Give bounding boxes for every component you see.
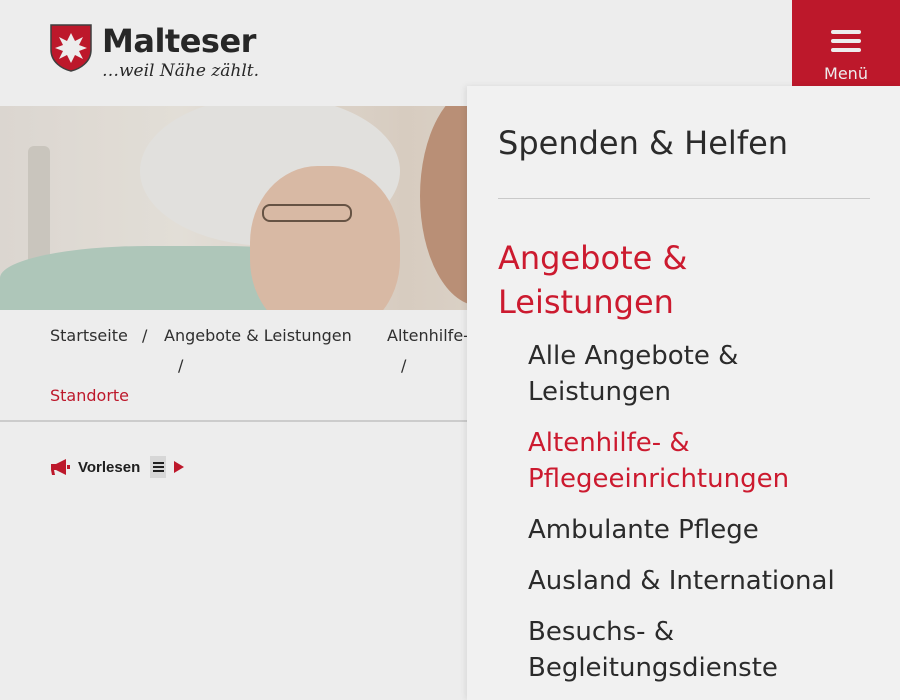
submenu-item-altenhilfe[interactable]: Altenhilfe- & Pflegeeinrichtungen bbox=[528, 425, 868, 497]
menu-divider bbox=[498, 198, 870, 199]
submenu-item-besuchsdienste[interactable]: Besuchs- & Begleitungsdienste bbox=[528, 614, 868, 686]
submenu-item-ambulante-pflege[interactable]: Ambulante Pflege bbox=[528, 512, 868, 548]
menu-item-spenden-helfen[interactable]: Spenden & Helfen bbox=[498, 124, 788, 162]
menu-section-angebote[interactable]: Angebote & Leistungen bbox=[498, 236, 858, 324]
submenu-item-ausland[interactable]: Ausland & International bbox=[528, 563, 868, 599]
submenu-item-alle-angebote[interactable]: Alle Angebote & Leistungen bbox=[528, 338, 868, 410]
side-menu-panel: Spenden & Helfen Angebote & Leistungen A… bbox=[467, 86, 900, 700]
